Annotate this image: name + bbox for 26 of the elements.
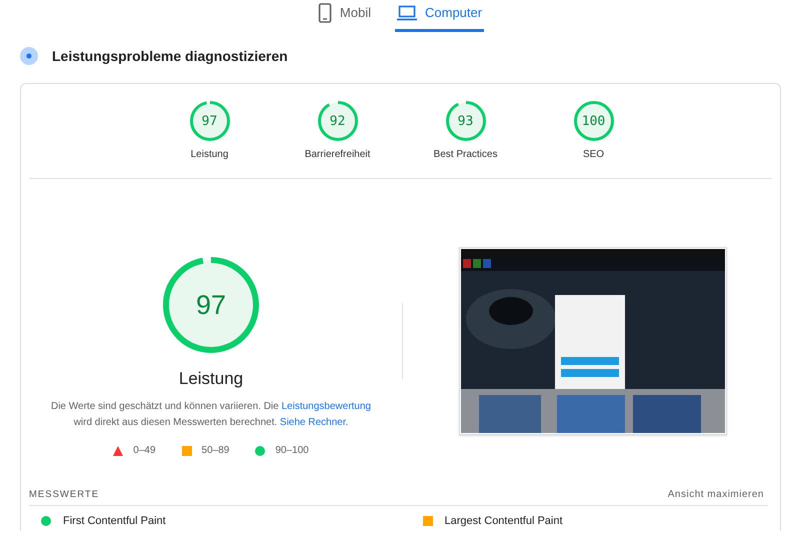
score-gauge: 97: [163, 257, 259, 353]
category-label: SEO: [582, 149, 604, 160]
legend-label: 90–100: [275, 445, 309, 456]
laptop-icon: [397, 4, 417, 20]
link[interactable]: Leistungsbewertung: [281, 401, 371, 412]
legend-label: 0–49: [133, 445, 156, 456]
category-label: Best Practices: [434, 149, 498, 160]
tab[interactable]: Computer: [395, 0, 484, 32]
metrics-heading: MESSWERTE: [29, 488, 100, 500]
expand-view-link[interactable]: Ansicht maximieren: [668, 488, 764, 500]
section-title: Leistungsprobleme diagnostizieren: [52, 48, 288, 64]
phone-icon: [318, 2, 332, 22]
description-text: Die Werte sind geschätzt und können variieren. Die Leistungsbewertung wird direkt aus diesen Messwerten berechnet. Siehe Rechner.: [50, 400, 372, 430]
gauge-title: Leistung: [178, 369, 244, 389]
category-label: Leistung: [190, 149, 228, 160]
metric-name: First Contentful Paint: [63, 515, 166, 527]
legend-label: 50–89: [202, 445, 230, 456]
category-label: Barrierefreiheit: [304, 149, 370, 160]
score-gauge: 100: [574, 101, 614, 141]
score-gauge: 92: [318, 101, 358, 141]
link[interactable]: Siehe Rechner: [280, 417, 346, 428]
score-gauge: 97: [190, 101, 230, 141]
metric-name: Largest Contentful Paint: [444, 515, 563, 527]
diagnostics-icon: [20, 47, 38, 65]
score-gauge: 93: [446, 101, 486, 141]
tab[interactable]: Mobil: [316, 0, 373, 32]
